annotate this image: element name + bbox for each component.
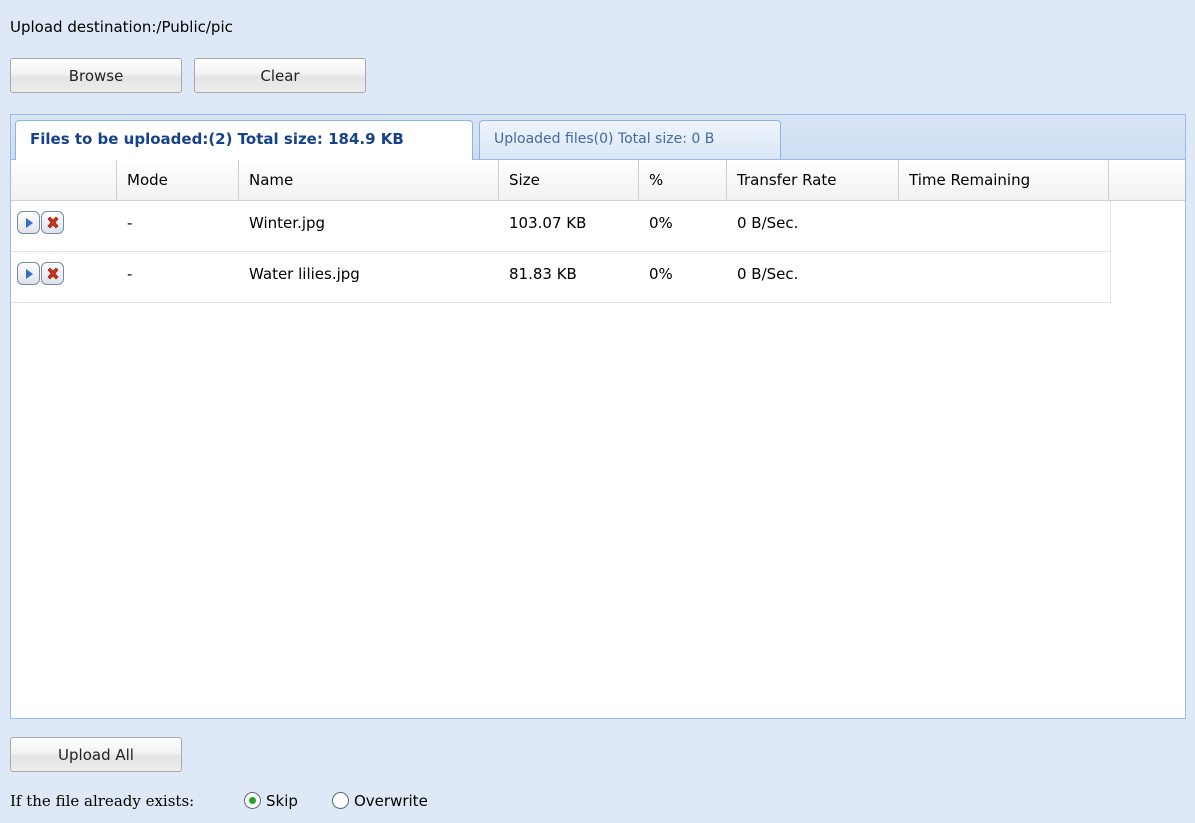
upload-destination: Upload destination:/Public/pic	[10, 18, 233, 36]
tab-strip: Files to be uploaded:(2) Total size: 184…	[11, 115, 1185, 160]
cell-name: Water lilies.jpg	[249, 265, 360, 283]
delete-icon[interactable]	[41, 211, 64, 234]
tab-uploaded-files[interactable]: Uploaded files(0) Total size: 0 B	[479, 120, 781, 159]
cell-name: Winter.jpg	[249, 214, 326, 232]
cell-mode: -	[127, 265, 133, 283]
header-mode[interactable]: Mode	[117, 160, 239, 200]
cell-time-remaining	[899, 252, 909, 302]
cell-size: 103.07 KB	[509, 214, 587, 232]
radio-selected-dot	[249, 797, 256, 804]
overwrite-label[interactable]: Overwrite	[354, 792, 428, 810]
header-size[interactable]: Size	[499, 160, 639, 200]
header-percent[interactable]: %	[639, 160, 727, 200]
header-transfer-rate[interactable]: Transfer Rate	[727, 160, 899, 200]
cell-time-remaining	[899, 201, 909, 251]
header-name[interactable]: Name	[239, 160, 499, 200]
tab-files-to-upload[interactable]: Files to be uploaded:(2) Total size: 184…	[15, 120, 473, 160]
cell-transfer-rate: 0 B/Sec.	[737, 265, 799, 283]
skip-radio[interactable]	[244, 792, 261, 809]
clear-button[interactable]: Clear	[194, 58, 366, 93]
delete-icon[interactable]	[41, 262, 64, 285]
file-exists-label: If the file already exists:	[10, 792, 195, 810]
play-icon[interactable]	[17, 262, 40, 285]
skip-label[interactable]: Skip	[266, 792, 298, 810]
browse-button[interactable]: Browse	[10, 58, 182, 93]
cell-mode: -	[127, 214, 133, 232]
cell-percent: 0%	[649, 214, 673, 232]
header-actions	[11, 160, 117, 200]
cell-transfer-rate: 0 B/Sec.	[737, 214, 799, 232]
grid-header: Mode Name Size % Transfer Rate Time Rema…	[11, 160, 1185, 201]
header-time-remaining[interactable]: Time Remaining	[899, 160, 1109, 200]
overwrite-radio[interactable]	[332, 792, 349, 809]
play-icon[interactable]	[17, 211, 40, 234]
upload-panel: Files to be uploaded:(2) Total size: 184…	[10, 114, 1186, 719]
table-row: - Winter.jpg 103.07 KB 0% 0 B/Sec.	[11, 201, 1111, 252]
table-row: - Water lilies.jpg 81.83 KB 0% 0 B/Sec.	[11, 252, 1111, 303]
cell-size: 81.83 KB	[509, 265, 577, 283]
cell-percent: 0%	[649, 265, 673, 283]
upload-all-button[interactable]: Upload All	[10, 737, 182, 772]
